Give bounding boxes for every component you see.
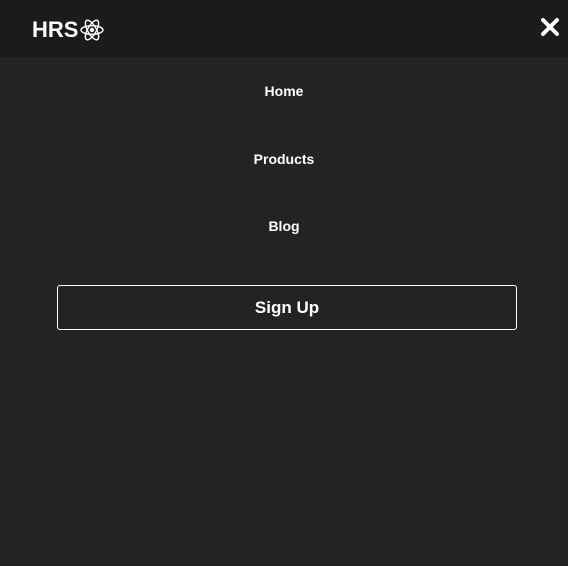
sign-up-button[interactable]: Sign Up: [57, 285, 517, 330]
brand-logo[interactable]: HRS: [32, 16, 105, 44]
logo-text: HRS: [32, 17, 79, 42]
nav-item-blog[interactable]: Blog: [0, 216, 568, 236]
nav-item-products[interactable]: Products: [0, 149, 568, 169]
nav-item-home[interactable]: Home: [0, 81, 568, 101]
close-icon[interactable]: [538, 15, 562, 39]
top-bar: HRS: [0, 0, 568, 57]
atom-icon: [80, 19, 105, 41]
